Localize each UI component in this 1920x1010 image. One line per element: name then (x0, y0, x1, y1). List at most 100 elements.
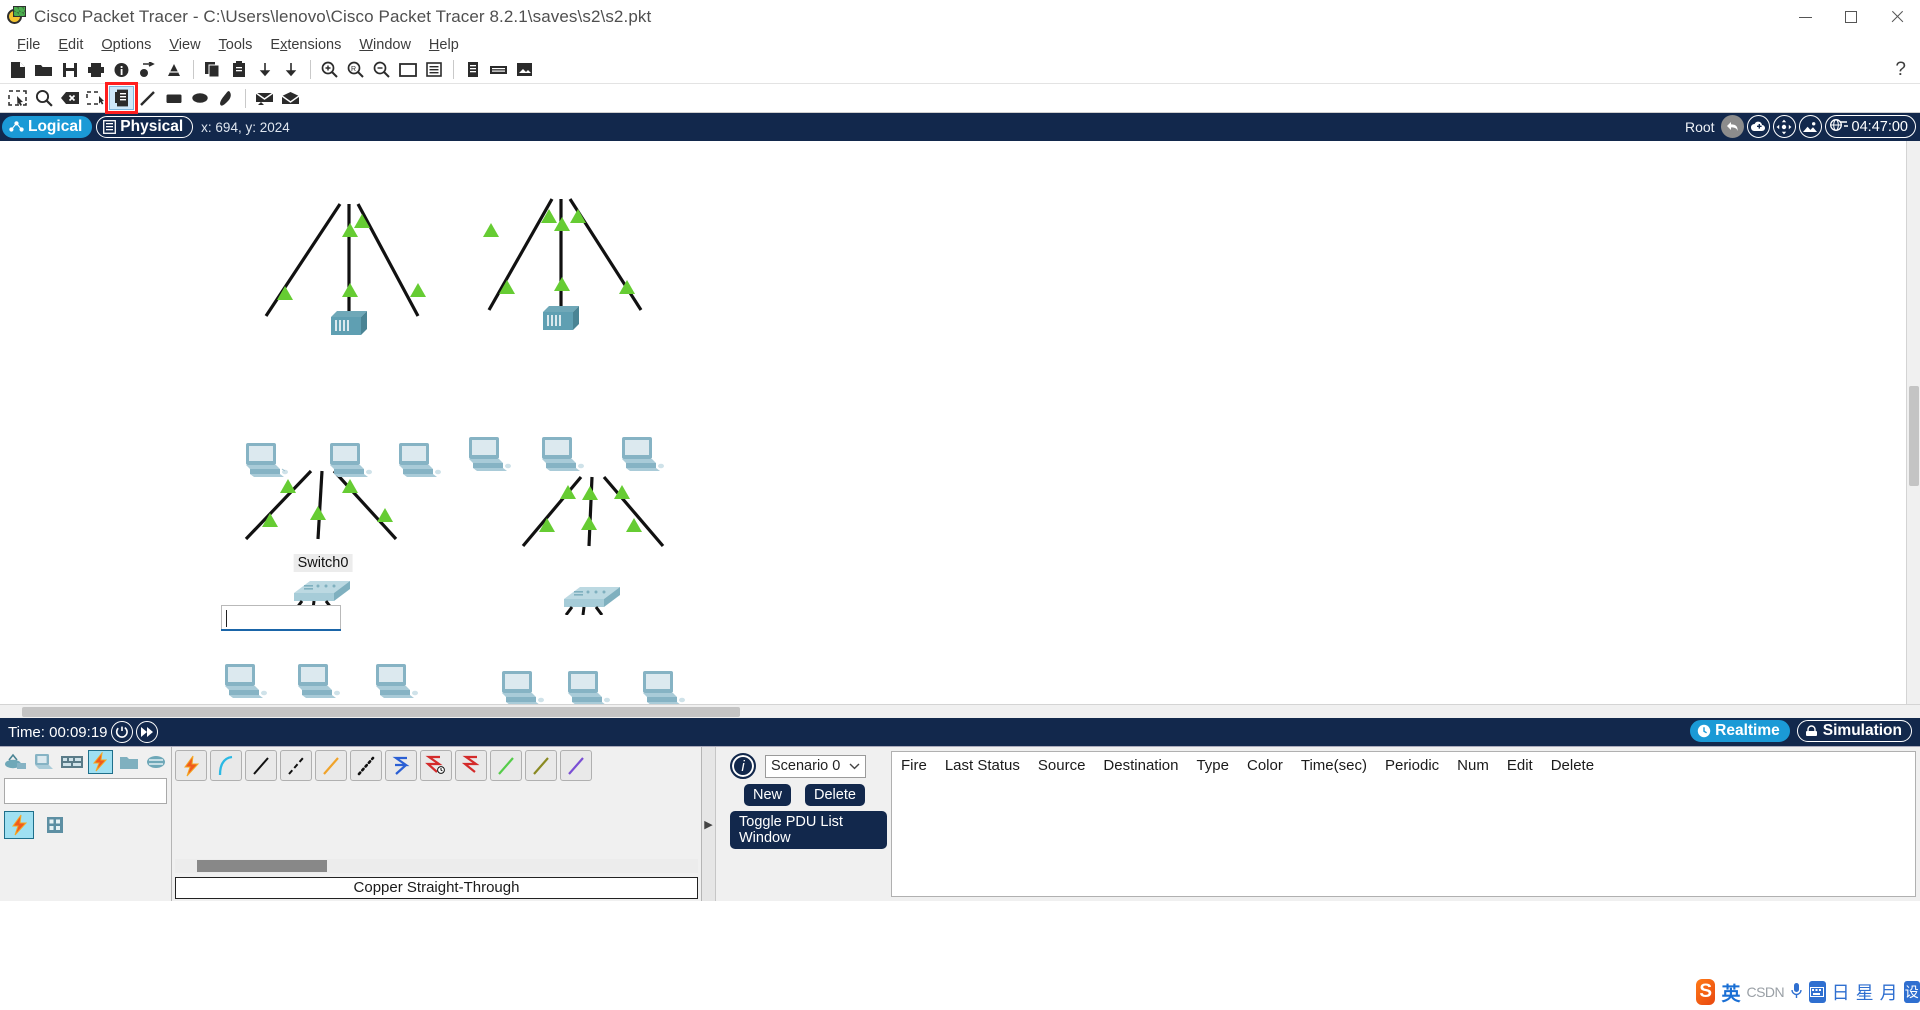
pdu-col-source[interactable]: Source (1029, 757, 1095, 774)
vertical-scroll-thumb[interactable] (1909, 386, 1919, 486)
fiber-cable-icon[interactable] (315, 750, 347, 781)
redo-icon[interactable] (278, 58, 303, 82)
iot-custom-cable-icon[interactable] (525, 750, 557, 781)
pc-device[interactable] (243, 441, 291, 485)
pdu-col-type[interactable]: Type (1187, 757, 1238, 774)
menu-item-edit[interactable]: Edit (49, 36, 92, 54)
pc-device[interactable] (373, 662, 421, 704)
pc-device[interactable] (499, 669, 547, 704)
pc-device[interactable] (327, 441, 375, 485)
switch-device[interactable] (328, 309, 370, 343)
pdu-panel-expander[interactable]: ▶ (702, 747, 716, 901)
connection-scroll-thumb[interactable] (197, 860, 327, 872)
ime-language-label[interactable]: 英 (1721, 979, 1740, 1006)
draw-ellipse-icon[interactable] (187, 86, 212, 110)
tab-physical[interactable]: Physical (96, 116, 194, 138)
set-background-icon[interactable] (1798, 115, 1822, 138)
automatically-choose-connection-icon[interactable] (175, 750, 207, 781)
logical-canvas[interactable]: Switch0 (0, 141, 1906, 704)
horizontal-scroll-thumb[interactable] (22, 707, 740, 717)
minimize-button[interactable] (1782, 0, 1828, 34)
activity-wizard-icon[interactable] (109, 58, 134, 82)
sogou-logo-icon[interactable]: S (1696, 979, 1716, 1005)
simple-pdu-icon[interactable] (252, 86, 277, 110)
menu-item-tools[interactable]: Tools (210, 36, 262, 54)
toggle-pdu-list-window-button[interactable]: Toggle PDU List Window (730, 811, 887, 849)
console-cable-icon[interactable] (210, 750, 242, 781)
pc-device[interactable] (295, 662, 343, 704)
menu-item-options[interactable]: Options (92, 36, 160, 54)
horizontal-scrollbar[interactable] (0, 704, 1920, 718)
move-object-icon[interactable] (1772, 115, 1796, 138)
ime-settings-icon[interactable]: 设 (1903, 981, 1920, 1003)
complex-pdu-icon[interactable] (278, 86, 303, 110)
pdu-col-destination[interactable]: Destination (1094, 757, 1187, 774)
ime-item-moon[interactable]: 月 (1880, 979, 1898, 1005)
octal-cable-icon[interactable] (490, 750, 522, 781)
viewport-time-pill[interactable]: 04:47:00 (1824, 115, 1916, 138)
connection-grid-icon[interactable] (40, 811, 70, 839)
custom-devices-dialog-icon[interactable] (421, 58, 446, 82)
pc-device[interactable] (619, 435, 667, 479)
resize-shape-icon[interactable] (83, 86, 108, 110)
zoom-in-icon[interactable] (317, 58, 342, 82)
pdu-col-edit[interactable]: Edit (1498, 757, 1542, 774)
miscellaneous-icon[interactable] (116, 750, 141, 774)
zoom-reset-icon[interactable]: R (343, 58, 368, 82)
image-export-icon[interactable] (512, 58, 537, 82)
print-icon[interactable] (83, 58, 108, 82)
custom-devices-icon[interactable] (161, 58, 186, 82)
draw-line-icon[interactable] (135, 86, 160, 110)
new-pdu-button[interactable]: New (744, 784, 792, 806)
close-button[interactable] (1874, 0, 1920, 34)
pdu-col-delete[interactable]: Delete (1542, 757, 1603, 774)
connections-icon[interactable] (87, 750, 114, 774)
select-icon[interactable] (5, 86, 30, 110)
mic-icon[interactable] (1790, 982, 1803, 1003)
tab-logical[interactable]: Logical (2, 116, 93, 138)
scenario-dropdown[interactable]: Scenario 0 (765, 754, 867, 778)
draw-rectangle-icon[interactable] (161, 86, 186, 110)
save-icon[interactable] (57, 58, 82, 82)
switch-device[interactable] (540, 304, 582, 338)
pc-device[interactable] (396, 441, 444, 485)
serial-dce-icon[interactable] (385, 750, 417, 781)
connections-lightning-icon[interactable] (4, 811, 34, 839)
mode-simulation[interactable]: Simulation (1796, 720, 1912, 742)
place-note-icon[interactable] (105, 82, 138, 114)
palette-window-icon[interactable] (395, 58, 420, 82)
help-question-icon[interactable]: ? (1895, 59, 1906, 81)
info-icon[interactable]: i (730, 753, 756, 779)
network-info-icon[interactable] (135, 58, 160, 82)
assessment-icon[interactable] (486, 58, 511, 82)
mode-realtime[interactable]: Realtime (1690, 720, 1790, 742)
user-profile-icon[interactable] (460, 58, 485, 82)
fast-forward-time-icon[interactable] (135, 721, 158, 743)
menu-item-extensions[interactable]: Extensions (261, 36, 350, 54)
serial-dte-icon[interactable] (420, 750, 452, 781)
maximize-button[interactable] (1828, 0, 1874, 34)
copper-straight-through-icon[interactable] (245, 750, 277, 781)
connection-panel-scrollbar[interactable] (175, 859, 698, 873)
components-icon[interactable] (60, 750, 85, 774)
usb-cable-icon[interactable] (560, 750, 592, 781)
open-folder-icon[interactable] (31, 58, 56, 82)
note-text-input[interactable] (221, 605, 341, 631)
delete-pdu-button[interactable]: Delete (805, 784, 865, 806)
new-cluster-icon[interactable] (1746, 115, 1770, 138)
menu-item-file[interactable]: File (8, 36, 49, 54)
ime-item-star[interactable]: 星 (1856, 979, 1874, 1005)
keyboard-icon[interactable] (1809, 981, 1826, 1003)
pc-device[interactable] (222, 662, 270, 704)
pdu-col-fire[interactable]: Fire (892, 757, 936, 774)
zoom-out-icon[interactable] (369, 58, 394, 82)
multiuser-connection-icon[interactable] (144, 750, 169, 774)
end-devices-icon[interactable] (32, 750, 57, 774)
menu-item-window[interactable]: Window (350, 36, 420, 54)
pc-device[interactable] (640, 669, 688, 704)
phone-cable-icon[interactable] (455, 750, 487, 781)
power-cycle-devices-icon[interactable] (110, 721, 133, 743)
pdu-col-color[interactable]: Color (1238, 757, 1292, 774)
pdu-col-time-sec[interactable]: Time(sec) (1292, 757, 1376, 774)
draw-freeform-icon[interactable] (213, 86, 238, 110)
